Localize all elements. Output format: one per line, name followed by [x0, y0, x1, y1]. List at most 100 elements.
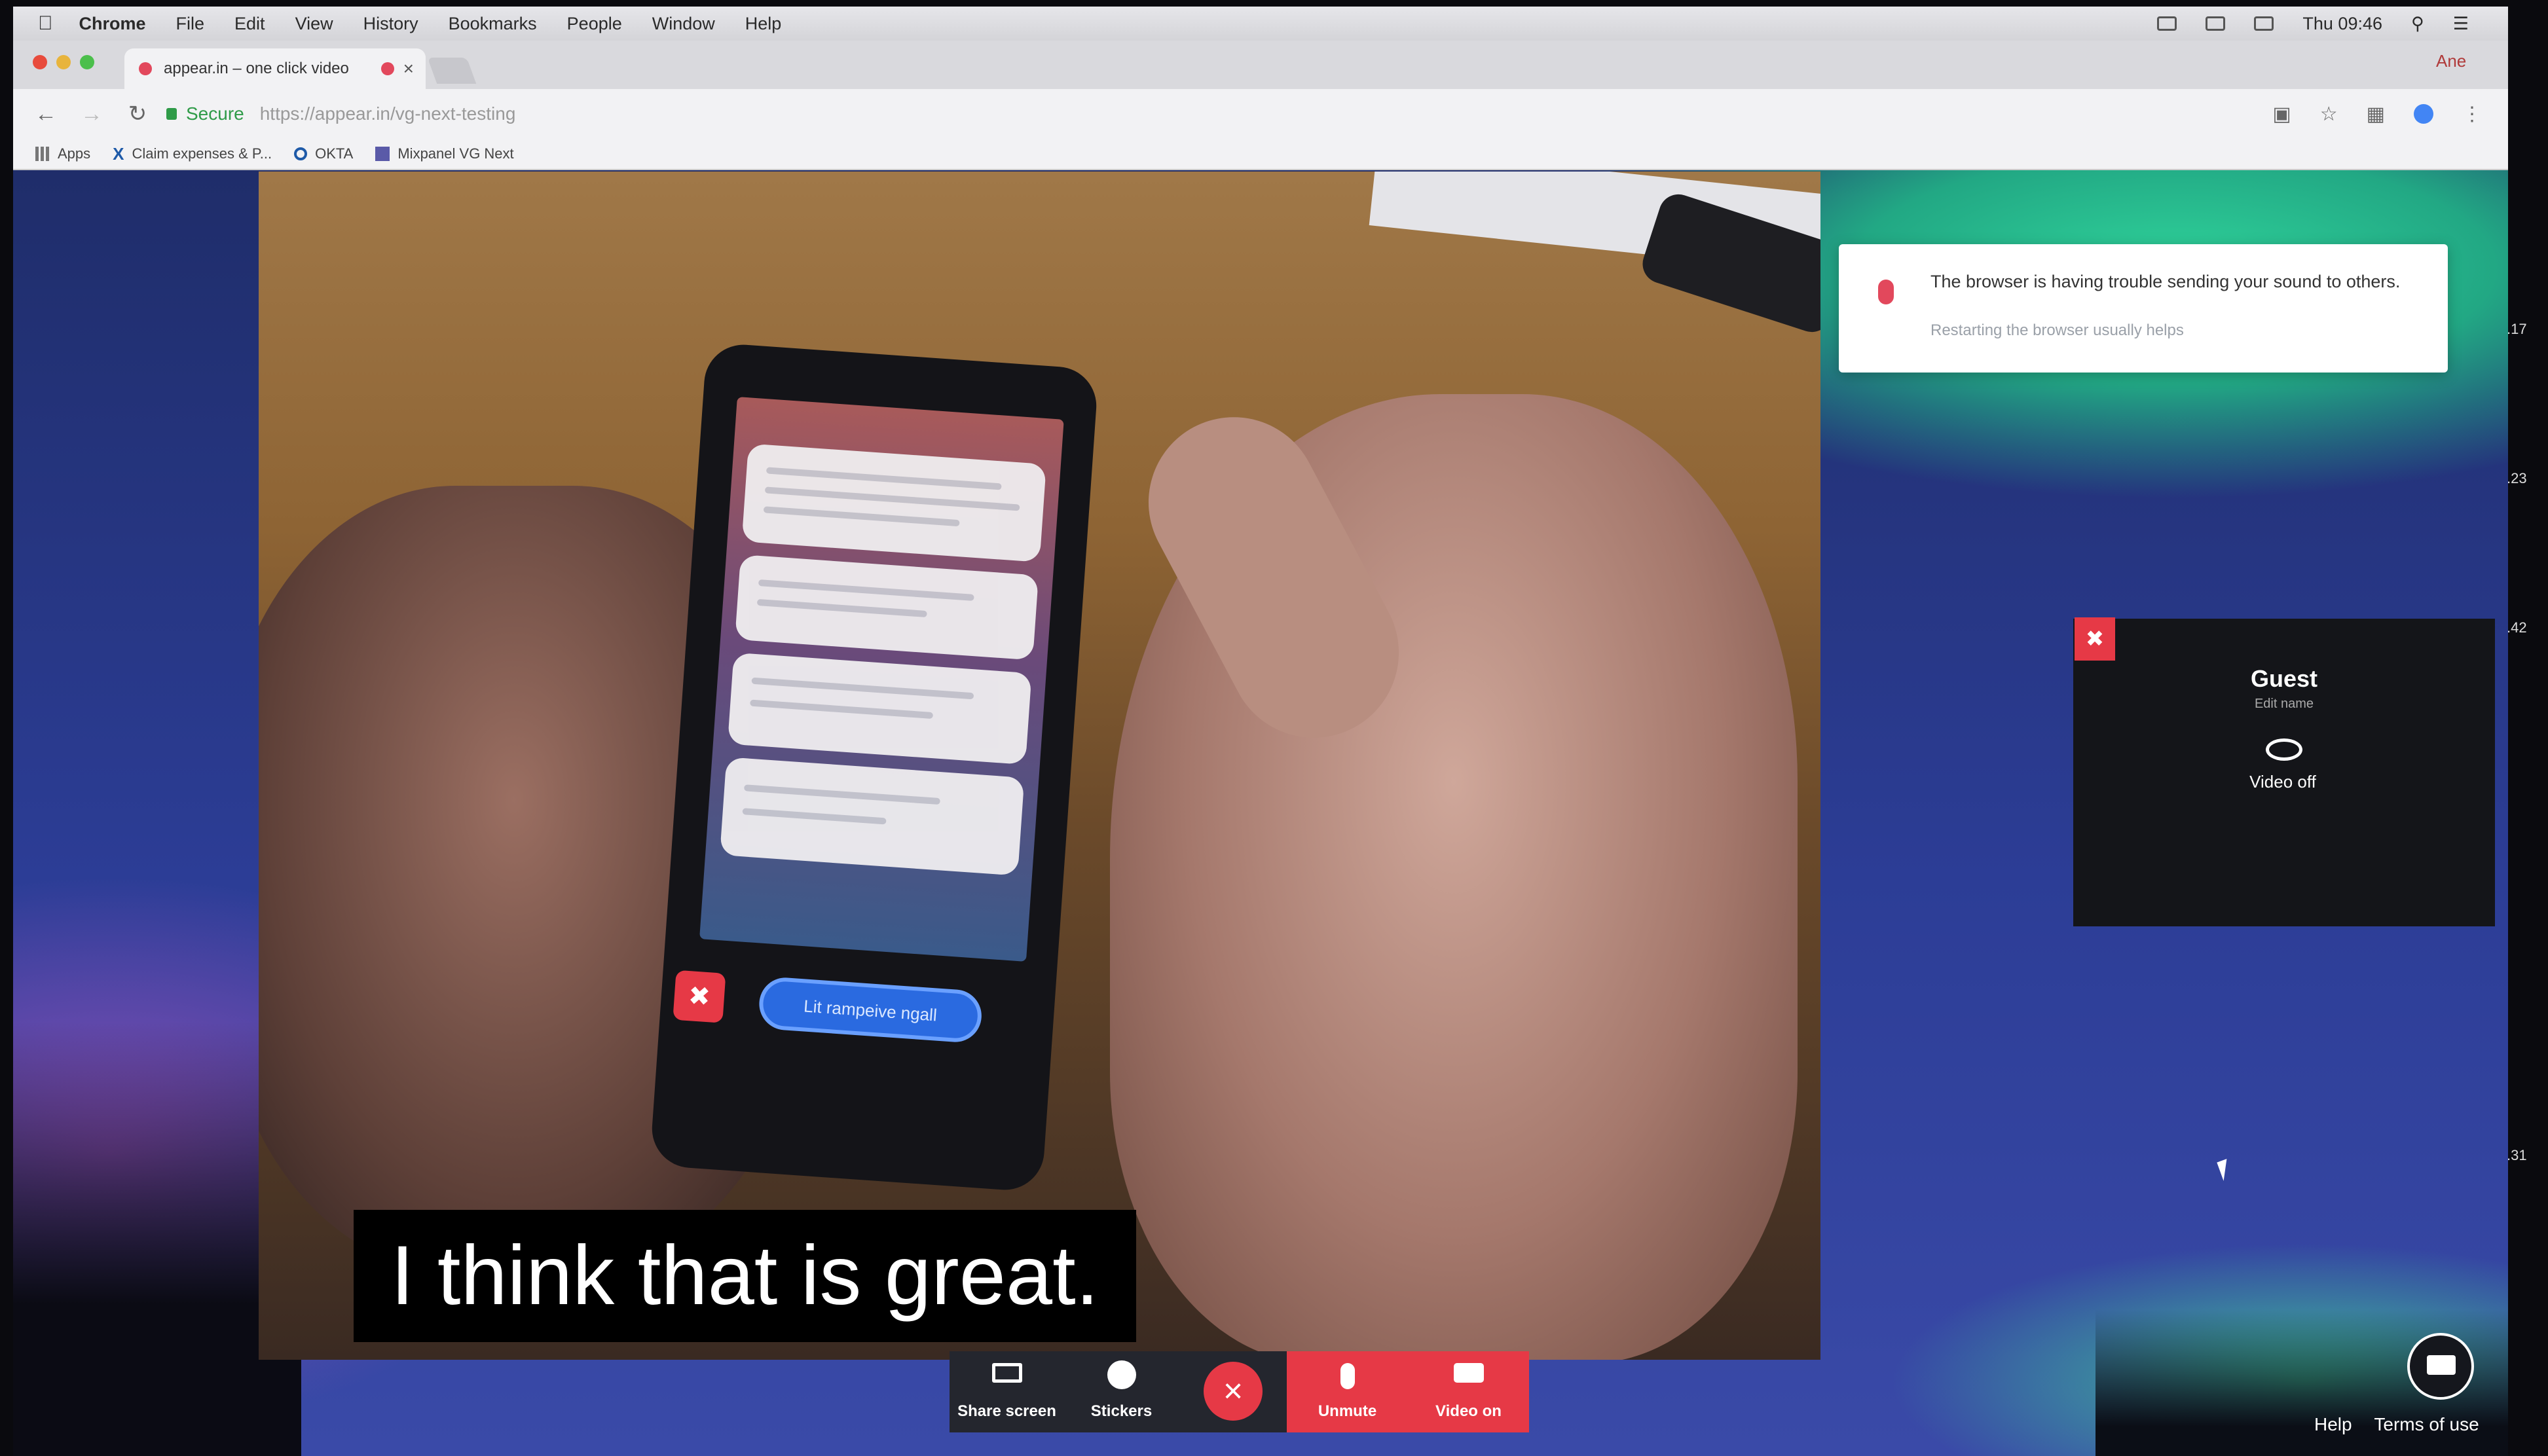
- microphone-icon: [1878, 280, 1894, 304]
- account-icon[interactable]: [2414, 104, 2433, 124]
- browser-toolbar: ← → ↻ Secure https://appear.in/vg-next-t…: [13, 89, 2508, 139]
- menu-edit[interactable]: Edit: [234, 14, 265, 34]
- bookmark-label: Apps: [58, 145, 91, 162]
- unmute-label: Unmute: [1318, 1402, 1377, 1420]
- new-tab-button[interactable]: [427, 58, 477, 84]
- phone-notification: [735, 554, 1039, 661]
- bookmarks-bar: Apps X Claim expenses & P... OKTA Mixpan…: [13, 139, 2508, 170]
- menu-history[interactable]: History: [363, 14, 418, 34]
- menu-window[interactable]: Window: [652, 14, 715, 34]
- remote-video: ✖ Lit rampeive ngall: [259, 172, 1820, 1360]
- menu-view[interactable]: View: [295, 14, 333, 34]
- video-subtitle: I think that is great.: [354, 1210, 1136, 1342]
- menu-file[interactable]: File: [176, 14, 205, 34]
- toast-hint: Restarting the browser usually helps: [1930, 321, 2184, 339]
- lock-icon: [166, 108, 177, 120]
- stickers-label: Stickers: [1090, 1402, 1153, 1420]
- edge-number: .23: [2507, 470, 2527, 486]
- recording-indicator-icon: [380, 62, 394, 75]
- guest-name: Guest: [2250, 665, 2318, 692]
- chat-button[interactable]: [2407, 1333, 2474, 1400]
- forward-arrow-icon[interactable]: →: [79, 101, 105, 127]
- camera-icon[interactable]: ▣: [2272, 103, 2291, 126]
- close-window-button[interactable]: [33, 55, 47, 69]
- chat-bubble-icon: [2427, 1355, 2456, 1375]
- menu-kebab-icon[interactable]: ⋮: [2462, 103, 2482, 126]
- sound-warning-toast: The browser is having trouble sending yo…: [1839, 244, 2448, 373]
- menu-chrome[interactable]: Chrome: [79, 14, 146, 34]
- phone-screen: [699, 397, 1064, 962]
- bookmark-label: Mixpanel VG Next: [397, 145, 514, 162]
- bookmark-mixpanel[interactable]: Mixpanel VG Next: [375, 145, 514, 162]
- muted-microphone-icon: ✖: [2075, 617, 2115, 661]
- bookmark-apps[interactable]: Apps: [35, 145, 90, 162]
- spotlight-search-icon[interactable]: ⚲: [2411, 14, 2424, 34]
- edit-name-link[interactable]: Edit name: [2073, 697, 2495, 712]
- apps-grid-icon: [35, 147, 50, 161]
- tab-title: appear.in – one click video: [164, 60, 349, 77]
- appear-in-favicon-icon: [139, 62, 152, 75]
- tree-silhouette-left: [13, 1021, 301, 1456]
- bookmark-label: Claim expenses & P...: [132, 145, 272, 162]
- stickers-button[interactable]: Stickers: [1064, 1351, 1179, 1432]
- bookmark-label: OKTA: [315, 145, 354, 162]
- bookmark-okta[interactable]: OKTA: [294, 145, 353, 162]
- smiley-icon: [1107, 1360, 1136, 1389]
- okta-icon: [294, 147, 308, 160]
- tab-close-button[interactable]: ×: [403, 58, 414, 79]
- tab-appear-in[interactable]: appear.in – one click video ×: [124, 48, 426, 89]
- video-on-label: Video on: [1435, 1402, 1502, 1420]
- terms-link[interactable]: Terms of use: [2374, 1414, 2479, 1434]
- edge-number: .17: [2507, 321, 2527, 337]
- microphone-icon: [1340, 1363, 1355, 1389]
- secure-label: Secure: [186, 103, 244, 124]
- leave-button-area: ×: [1179, 1351, 1287, 1432]
- menu-list-icon[interactable]: ☰: [2453, 14, 2469, 34]
- clock[interactable]: Thu 09:46: [2302, 14, 2382, 34]
- help-link[interactable]: Help: [2314, 1414, 2352, 1434]
- status-items: Thu 09:46 ⚲ ☰: [2157, 14, 2469, 34]
- camera-icon: [1453, 1363, 1484, 1383]
- menu-people[interactable]: People: [567, 14, 622, 34]
- video-on-button[interactable]: Video on: [1408, 1351, 1529, 1432]
- airplay-icon[interactable]: [2206, 16, 2226, 31]
- laptop-icon: [991, 1363, 1022, 1383]
- address-bar[interactable]: Secure https://appear.in/vg-next-testing: [166, 103, 515, 124]
- minimize-window-button[interactable]: [56, 55, 71, 69]
- toast-message: The browser is having trouble sending yo…: [1930, 272, 2401, 291]
- mac-menubar:  Chrome File Edit View History Bookmark…: [13, 7, 2508, 41]
- back-arrow-icon[interactable]: ←: [33, 101, 59, 127]
- phone-mute-icon: ✖: [673, 970, 726, 1023]
- bookmark-star-icon[interactable]: ☆: [2320, 103, 2338, 126]
- phone-notification: [727, 652, 1032, 765]
- bookmark-claim-expenses[interactable]: X Claim expenses & P...: [113, 144, 272, 164]
- mixpanel-icon: [375, 147, 390, 161]
- phone-pill-button: Lit rampeive ngall: [757, 975, 984, 1044]
- url-text[interactable]: https://appear.in/vg-next-testing: [260, 103, 516, 124]
- edge-number: .31: [2507, 1147, 2527, 1163]
- phone-notification: [720, 757, 1025, 876]
- call-controls: Share screen Stickers × Unmute Video on: [950, 1351, 1529, 1432]
- video-off-label: Video off: [2249, 772, 2316, 792]
- footer-links: Help Terms of use: [2297, 1414, 2479, 1435]
- share-screen-button[interactable]: Share screen: [950, 1351, 1064, 1432]
- share-screen-label: Share screen: [957, 1402, 1056, 1420]
- unmute-button[interactable]: Unmute: [1287, 1351, 1408, 1432]
- video-off-eye-icon: [2266, 738, 2302, 761]
- smartphone: ✖ Lit rampeive ngall: [649, 342, 1099, 1193]
- wifi-icon[interactable]: [2157, 16, 2177, 31]
- edge-number: .42: [2507, 619, 2527, 636]
- zoom-window-button[interactable]: [80, 55, 94, 69]
- extension-icon[interactable]: ▦: [2367, 103, 2385, 126]
- leave-call-button[interactable]: ×: [1204, 1362, 1263, 1421]
- battery-icon[interactable]: [2254, 16, 2274, 31]
- tab-strip: appear.in – one click video × Ane: [13, 41, 2508, 89]
- apple-icon[interactable]: : [38, 12, 53, 35]
- reload-icon[interactable]: ↻: [124, 101, 151, 127]
- menu-help[interactable]: Help: [745, 14, 782, 34]
- menu-bookmarks[interactable]: Bookmarks: [449, 14, 537, 34]
- phone-notification: [741, 443, 1046, 562]
- toolbar-actions: ▣ ☆ ▦ ⋮: [2272, 103, 2482, 126]
- profile-button[interactable]: Ane: [2436, 51, 2466, 71]
- x-logo-icon: X: [113, 143, 124, 164]
